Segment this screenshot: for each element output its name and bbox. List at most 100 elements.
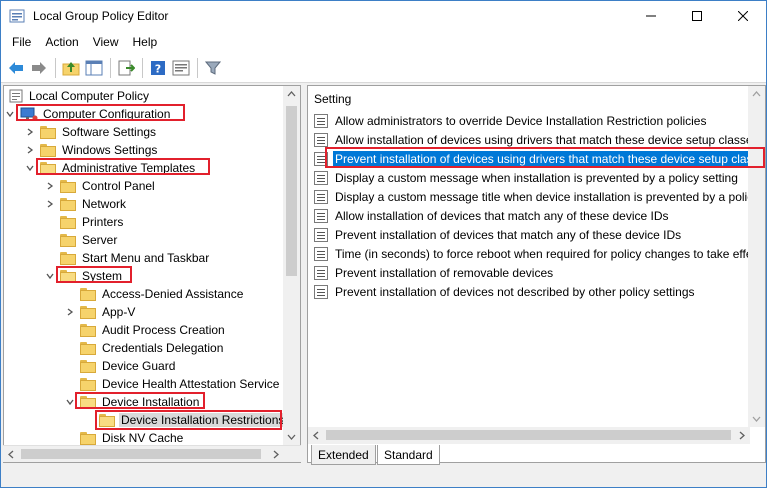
menu-help[interactable]: Help [126,35,165,49]
collapse-arrow-icon[interactable] [64,393,76,411]
expand-arrow-icon[interactable] [64,303,76,321]
filter-icon [205,61,221,75]
tree-item-windows-settings[interactable]: Windows Settings [40,141,159,159]
settings-horizontal-scrollbar[interactable] [308,427,750,444]
tree-item-server[interactable]: Server [60,231,119,249]
column-header-setting[interactable]: Setting [314,92,351,106]
svg-text:?: ? [155,62,161,75]
setting-row[interactable]: Allow installation of devices using driv… [314,130,765,149]
tree-item-computer-configuration[interactable]: Computer Configuration [20,105,172,123]
minimize-button[interactable] [628,1,674,31]
folder-icon [60,233,76,247]
collapse-arrow-icon[interactable] [4,105,16,123]
scroll-down-icon [752,416,761,422]
menu-action[interactable]: Action [38,35,85,49]
tree-hscroll-thumb[interactable] [21,449,261,459]
toolbar-separator [142,57,143,78]
open-folder-icon [40,161,56,175]
setting-row-selected[interactable]: Prevent installation of devices using dr… [314,149,765,168]
tree-item-printers[interactable]: Printers [60,213,125,231]
filter-button[interactable] [202,57,224,79]
expand-arrow-icon[interactable] [24,123,36,141]
close-button[interactable] [720,1,766,31]
tree-item-device-guard[interactable]: Device Guard [80,357,177,375]
setting-row[interactable]: Time (in seconds) to force reboot when r… [314,244,765,263]
open-folder-icon [80,395,96,409]
setting-row[interactable]: Prevent installation of devices not desc… [314,282,765,301]
settings-hscroll-thumb[interactable] [326,430,731,440]
tree-item-device-installation-restrictions[interactable]: Device Installation Restrictions [99,411,287,429]
policy-setting-icon [314,113,328,128]
folder-icon [80,359,96,373]
expand-arrow-icon[interactable] [44,177,56,195]
back-arrow-icon [9,61,23,74]
tree-scroll-thumb[interactable] [286,106,297,276]
folder-icon [60,215,76,229]
expand-arrow-icon[interactable] [24,141,36,159]
computer-icon [20,107,38,121]
scroll-down-icon [287,434,296,440]
setting-row[interactable]: Display a custom message title when devi… [314,187,765,206]
maximize-button[interactable] [674,1,720,31]
tree-item-device-installation[interactable]: Device Installation [80,393,201,411]
expand-arrow-icon[interactable] [44,195,56,213]
settings-vertical-scrollbar[interactable] [748,86,765,427]
tree-item-network[interactable]: Network [60,195,128,213]
policy-setting-icon [314,284,328,299]
setting-row[interactable]: Prevent installation of removable device… [314,263,765,282]
collapse-arrow-icon[interactable] [24,159,36,177]
tree-item-local-computer-policy[interactable]: Local Computer Policy [8,87,151,105]
folder-icon [60,197,76,211]
menu-file[interactable]: File [5,35,38,49]
tree-horizontal-scrollbar[interactable] [3,445,301,462]
tree-vertical-scrollbar[interactable] [283,86,300,462]
back-button[interactable] [5,57,27,79]
policy-setting-icon [314,246,328,261]
policy-scroll-icon [9,89,23,103]
open-folder-icon [99,413,115,427]
folder-icon [80,341,96,355]
policy-setting-icon [314,151,328,166]
tree-item-app-v[interactable]: App-V [80,303,137,321]
view-tabs: Extended Standard [307,445,766,467]
window-title: Local Group Policy Editor [33,9,169,23]
setting-row[interactable]: Display a custom message when installati… [314,168,765,187]
tree-item-start-menu-taskbar[interactable]: Start Menu and Taskbar [60,249,211,267]
up-one-level-button[interactable] [60,57,82,79]
folder-icon [40,125,56,139]
tree-item-system[interactable]: System [60,267,124,285]
tree-item-software-settings[interactable]: Software Settings [40,123,158,141]
scroll-up-icon [287,91,296,97]
folder-icon [60,179,76,193]
tree-item-audit-process-creation[interactable]: Audit Process Creation [80,321,227,339]
help-button[interactable]: ? [147,57,169,79]
policy-setting-icon [314,227,328,242]
console-tree[interactable]: Local Computer Policy Computer Configura… [3,85,301,463]
scroll-up-icon [752,91,761,97]
tree-item-control-panel[interactable]: Control Panel [60,177,157,195]
tab-standard[interactable]: Standard [377,445,440,465]
export-list-button[interactable] [115,57,137,79]
tree-item-access-denied-assistance[interactable]: Access-Denied Assistance [80,285,245,303]
setting-row[interactable]: Allow administrators to override Device … [314,111,765,130]
help-icon: ? [151,60,165,75]
menu-bar: File Action View Help [1,31,766,53]
tab-extended[interactable]: Extended [311,445,376,465]
folder-icon [80,377,96,391]
settings-list[interactable]: Setting Allow administrators to override… [307,85,766,463]
forward-button[interactable] [28,57,50,79]
scroll-right-icon [739,431,745,440]
scroll-left-icon [313,431,319,440]
setting-row[interactable]: Prevent installation of devices that mat… [314,225,765,244]
collapse-arrow-icon[interactable] [44,267,56,285]
folder-icon [80,287,96,301]
tree-item-device-health-attestation[interactable]: Device Health Attestation Service [80,375,281,393]
show-hide-tree-button[interactable] [83,57,105,79]
tree-item-credentials-delegation[interactable]: Credentials Delegation [80,339,225,357]
setting-row[interactable]: Allow installation of devices that match… [314,206,765,225]
tree-item-administrative-templates[interactable]: Administrative Templates [40,159,197,177]
menu-view[interactable]: View [86,35,126,49]
policy-editor-icon [9,8,25,24]
policy-setting-icon [314,265,328,280]
properties-button[interactable] [170,57,192,79]
